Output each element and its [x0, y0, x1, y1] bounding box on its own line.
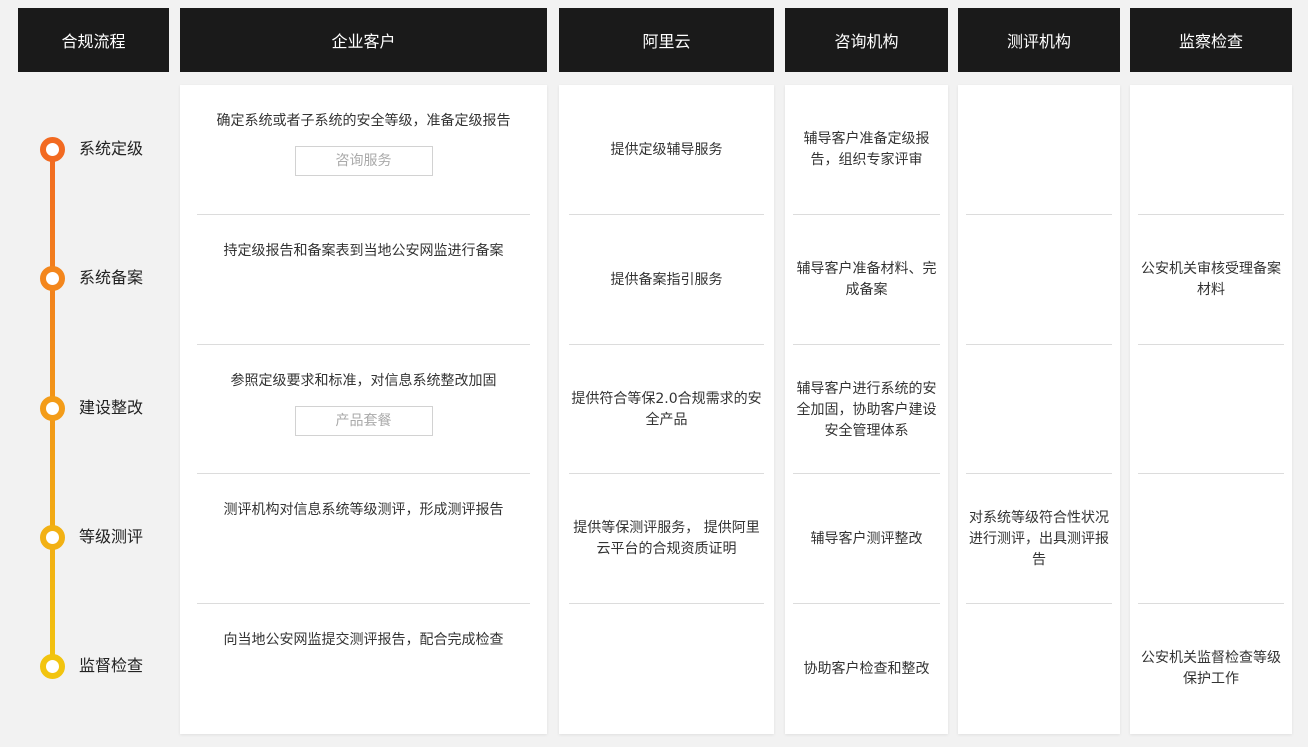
- column-assessment: 对系统等级符合性状况进行测评，出具测评报告: [958, 85, 1120, 734]
- assessment-cell: [958, 345, 1120, 475]
- column-enterprise: 确定系统或者子系统的安全等级，准备定级报告 咨询服务 持定级报告和备案表到当地公…: [180, 85, 547, 734]
- product-package-button[interactable]: 产品套餐: [294, 406, 433, 436]
- header-assessment: 测评机构: [958, 8, 1120, 72]
- inspection-cell: 公安机关监督检查等级保护工作: [1141, 650, 1281, 687]
- inspection-cell: [1130, 345, 1292, 475]
- step-dot: [40, 654, 65, 679]
- enterprise-cell: 持定级报告和备案表到当地公安网监进行备案: [180, 215, 547, 345]
- step-dot: [40, 137, 65, 162]
- column-inspection: 公安机关审核受理备案材料 公安机关监督检查等级保护工作: [1130, 85, 1292, 734]
- consulting-service-button[interactable]: 咨询服务: [294, 146, 433, 176]
- step-label: 监督检查: [79, 656, 144, 675]
- consulting-cell: 辅导客户进行系统的安全加固，协助客户建设安全管理体系: [796, 380, 937, 439]
- step-dot: [40, 396, 65, 421]
- step-label: 建设整改: [79, 398, 144, 417]
- consulting-cell: 协助客户检查和整改: [803, 660, 930, 677]
- assessment-cell: [958, 604, 1120, 734]
- consulting-cell: 辅导客户测评整改: [810, 530, 923, 547]
- aliyun-cell: 提供备案指引服务: [610, 271, 723, 288]
- header-inspection: 监察检查: [1130, 8, 1292, 72]
- consulting-cell: 辅导客户准备定级报告，组织专家评审: [803, 131, 930, 168]
- step-dot: [40, 266, 65, 291]
- header-consulting: 咨询机构: [785, 8, 948, 72]
- assessment-cell: [958, 215, 1120, 345]
- assessment-cell: [958, 85, 1120, 215]
- header-aliyun: 阿里云: [559, 8, 774, 72]
- inspection-cell: [1130, 474, 1292, 604]
- step-dot: [40, 525, 65, 550]
- aliyun-cell: 提供符合等保2.0合规需求的安全产品: [571, 391, 762, 428]
- enterprise-text: 测评机构对信息系统等级测评，形成测评报告: [223, 502, 504, 518]
- step-label: 系统备案: [79, 268, 144, 287]
- header-process: 合规流程: [18, 8, 169, 72]
- step-label: 等级测评: [79, 527, 144, 546]
- enterprise-text: 向当地公安网监提交测评报告，配合完成检查: [223, 632, 504, 648]
- inspection-cell: 公安机关审核受理备案材料: [1141, 261, 1281, 298]
- aliyun-cell: 提供等保测评服务， 提供阿里云平台的合规资质证明: [573, 520, 760, 557]
- enterprise-text: 持定级报告和备案表到当地公安网监进行备案: [223, 243, 504, 259]
- enterprise-cell: 参照定级要求和标准，对信息系统整改加固 产品套餐: [180, 345, 547, 475]
- column-aliyun: 提供定级辅导服务 提供备案指引服务 提供符合等保2.0合规需求的安全产品 提供等…: [559, 85, 774, 734]
- assessment-cell: 对系统等级符合性状况进行测评，出具测评报告: [969, 509, 1109, 568]
- enterprise-cell: 向当地公安网监提交测评报告，配合完成检查: [180, 604, 547, 734]
- consulting-cell: 辅导客户准备材料、完成备案: [796, 261, 937, 298]
- inspection-cell: [1130, 85, 1292, 215]
- aliyun-cell: [559, 604, 774, 734]
- aliyun-cell: 提供定级辅导服务: [610, 141, 723, 158]
- enterprise-cell: 测评机构对信息系统等级测评，形成测评报告: [180, 474, 547, 604]
- column-consulting: 辅导客户准备定级报告，组织专家评审 辅导客户准备材料、完成备案 辅导客户进行系统…: [785, 85, 948, 734]
- step-label: 系统定级: [79, 139, 144, 158]
- enterprise-text: 确定系统或者子系统的安全等级，准备定级报告: [216, 113, 511, 129]
- enterprise-text: 参照定级要求和标准，对信息系统整改加固: [230, 373, 497, 389]
- header-enterprise: 企业客户: [180, 8, 547, 72]
- enterprise-cell: 确定系统或者子系统的安全等级，准备定级报告 咨询服务: [180, 85, 547, 215]
